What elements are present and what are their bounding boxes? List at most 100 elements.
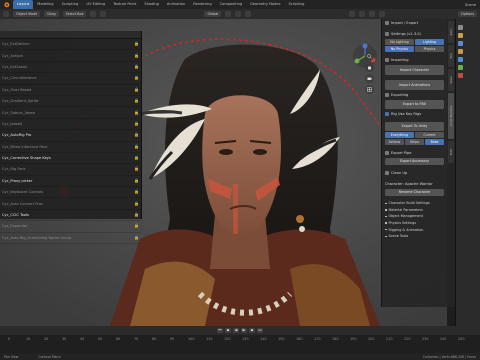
output-icon[interactable] [458, 41, 463, 46]
lock-icon[interactable]: 🔒 [134, 76, 139, 80]
import-character-button[interactable]: Import Character [385, 65, 444, 75]
rename-character-button[interactable]: Rename Character [385, 189, 444, 196]
export-pipeline-row[interactable]: Export Pipe [382, 149, 447, 157]
list-item[interactable]: Cyc_Sabcut_Vorea 🔒 [0, 107, 141, 119]
workspace-tab[interactable]: Scripting [284, 0, 308, 9]
sidebar-tab[interactable]: Item [448, 21, 454, 43]
workspace-tab[interactable]: Modeling [33, 0, 57, 9]
object-icon[interactable] [458, 49, 463, 54]
lock-icon[interactable]: 🔒 [134, 53, 139, 58]
lock-icon[interactable]: 🔒 [134, 42, 139, 46]
list-item[interactable]: Cyc_Corrective Shape Keys 🔒 [0, 153, 141, 165]
panel-section[interactable]: Scene Tools [382, 233, 447, 240]
shading-material-icon[interactable] [379, 11, 386, 17]
select-box-dropdown[interactable]: Select Box [62, 11, 87, 17]
camera-icon[interactable] [365, 74, 374, 83]
lock-icon[interactable]: 🔒 [134, 87, 139, 92]
lock-icon[interactable]: 🔒 [134, 190, 139, 194]
drag-dropdown[interactable]: Drag [44, 11, 59, 17]
no-lighting-toggle[interactable]: No Lighting [385, 39, 414, 45]
list-item[interactable]: Cyc_Keyboard Controls 🔒 [0, 187, 141, 199]
importing-header[interactable]: Importing [382, 56, 447, 64]
xray-icon[interactable] [359, 11, 366, 17]
pivot-icon[interactable] [225, 11, 232, 17]
list-item[interactable]: Cyc_Proxy picker 🔒 [0, 176, 141, 188]
workspace-tab[interactable]: Geometry Nodes [246, 0, 284, 9]
modifier-icon[interactable] [458, 57, 463, 62]
list-item[interactable]: Cyc_Auto Rig_Scheduling Name Group 🔒 [0, 233, 141, 245]
options-dropdown[interactable]: Options [457, 11, 477, 17]
pan-hand-icon[interactable] [365, 63, 374, 72]
import-export-header[interactable]: Import / Export [382, 19, 447, 27]
export-to-fbx-button[interactable]: Export to FBX [385, 100, 444, 109]
sidebar-tab[interactable]: Tool [448, 45, 454, 67]
panel-section[interactable]: Character Build Settings [382, 200, 447, 207]
list-item[interactable]: Cyc_Rig Face 🔒 [0, 164, 141, 176]
no-physics-toggle[interactable]: No Physics [385, 46, 414, 52]
export-to-unity-button[interactable]: Export To Unity [385, 122, 444, 131]
unity-export-mode-toggle[interactable]: Bake [425, 139, 444, 145]
settings-header[interactable]: Settings (v1.3.0) [382, 30, 447, 38]
lock-icon[interactable]: 🔒 [134, 224, 139, 228]
lock-icon[interactable]: 🔒 [134, 110, 139, 115]
list-item[interactable]: Cyc_CCiC Tools 🔒 [0, 210, 141, 222]
list-item[interactable]: Cyc_Over Based 🔒 [0, 85, 141, 96]
checkbox-icon[interactable] [385, 112, 389, 116]
sidebar-tab[interactable]: CC/iC Pipeline [448, 93, 454, 139]
orientation-dropdown[interactable]: Global [204, 11, 222, 17]
tool-icon[interactable] [458, 25, 463, 30]
panel-section[interactable]: Rigging & Animation [382, 226, 447, 233]
list-item[interactable]: Cyc_Gradient_Sprite 🔒 [0, 96, 141, 108]
lock-icon[interactable]: 🔒 [134, 99, 139, 103]
jump-start-icon[interactable]: ⏮ [217, 328, 223, 333]
workspace-tab[interactable]: Texture Paint [109, 0, 140, 9]
panel-section[interactable]: Physics Settings [382, 220, 447, 227]
list-item[interactable]: Cyc_AutoRig Pro 🔒 [0, 130, 141, 142]
texture-icon[interactable] [458, 73, 463, 78]
next-key-icon[interactable]: ◆ [249, 328, 255, 333]
snap-icon[interactable] [235, 11, 242, 17]
lock-icon[interactable]: 🔒 [134, 144, 139, 149]
rig-keys-row[interactable]: Rig Use Key Rigs [382, 110, 447, 118]
physics-toggle[interactable]: Physics [415, 46, 444, 52]
unity-export-mode-toggle[interactable]: Actions [385, 139, 404, 145]
blender-logo-icon[interactable] [2, 1, 10, 8]
mode-dropdown[interactable]: Object Mode [13, 11, 41, 17]
timeline-ruler[interactable]: 0 10 20 30 40 50 60 70 80 90 100 110 120 130 140 150 160… [0, 335, 480, 353]
lock-icon[interactable]: 🔒 [134, 201, 139, 206]
list-item[interactable]: Cyc_Antlpin 🔒 [0, 50, 141, 62]
panel-section[interactable]: Object Management [382, 213, 447, 220]
workspace-tab[interactable]: Shading [140, 0, 163, 9]
select-mode-icon[interactable] [100, 11, 107, 17]
sidebar-tab[interactable]: Edit [448, 141, 454, 163]
lock-icon[interactable]: 🔒 [134, 121, 139, 126]
lighting-toggle[interactable]: Lighting [415, 39, 444, 45]
prev-key-icon[interactable]: ◆ [225, 328, 231, 333]
lock-icon[interactable]: 🔒 [134, 213, 139, 217]
lock-icon[interactable]: 🔒 [134, 178, 139, 183]
lock-icon[interactable]: 🔒 [134, 167, 139, 171]
list-item[interactable]: Cyc_Circumference 🔒 [0, 73, 141, 85]
workspace-tab[interactable]: Rendering [189, 0, 215, 9]
grid-icon[interactable] [365, 85, 374, 94]
import-animations-button[interactable]: Import Animations [385, 80, 444, 90]
workspace-tab[interactable]: Layout [13, 0, 34, 9]
lock-icon[interactable]: 🔒 [134, 64, 139, 69]
zoom-icon[interactable] [365, 52, 374, 61]
play-reverse-icon[interactable]: ◀ [233, 328, 239, 333]
list-item[interactable]: Cyc_Auto Convert Proc 🔒 [0, 198, 141, 210]
shading-solid-icon[interactable] [369, 11, 376, 17]
jump-end-icon[interactable]: ⏭ [257, 328, 263, 333]
proportional-edit-icon[interactable] [245, 11, 252, 17]
list-item[interactable]: Cyc_Ext2ason 🔒 [0, 62, 141, 74]
sidebar-tab[interactable]: View [448, 69, 454, 91]
lock-icon[interactable]: 🔒 [134, 133, 139, 137]
list-item[interactable]: Cyc_Mimo Inference Face 🔒 [0, 142, 141, 153]
list-item[interactable]: Cyc_Expander 🔒 [0, 221, 141, 233]
play-icon[interactable]: ▶ [241, 328, 247, 333]
workspace-tab[interactable]: Compositing [216, 0, 247, 9]
unity-export-scope-toggle[interactable]: Everything [385, 132, 414, 138]
panel-section[interactable]: Material Parameters [382, 207, 447, 214]
lock-icon[interactable]: 🔒 [134, 235, 139, 240]
clean-up-header[interactable]: Clean Up [382, 169, 447, 177]
